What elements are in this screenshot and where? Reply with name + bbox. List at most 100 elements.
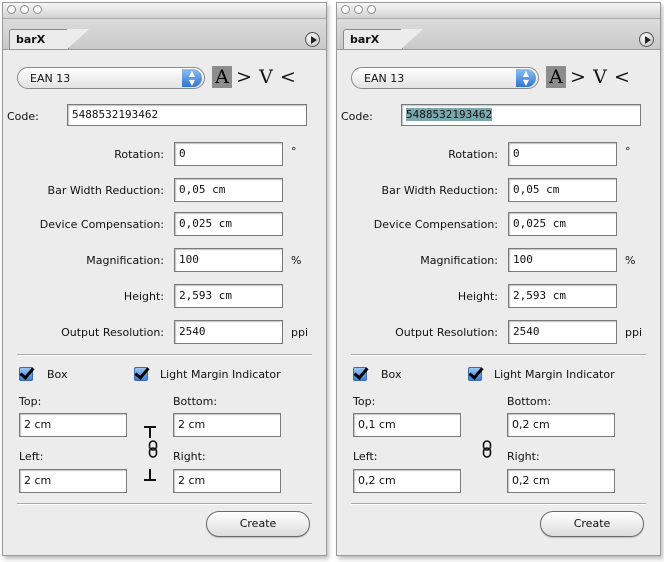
chain-link-icon[interactable] — [148, 440, 158, 458]
create-button[interactable]: Create — [206, 511, 310, 537]
code-label: Code: — [7, 110, 39, 123]
chain-link-icon[interactable] — [482, 440, 492, 458]
light-margin-label: Light Margin Indicator — [160, 368, 281, 381]
close-button[interactable] — [7, 5, 16, 14]
tab-barx[interactable]: barX — [9, 29, 69, 49]
device-compensation-input[interactable]: 0,025 cm — [174, 212, 283, 236]
bar-width-reduction-label: Bar Width Reduction: — [381, 184, 498, 197]
top-margin-input[interactable]: 2 cm — [19, 413, 127, 437]
bottom-margin-label: Bottom: — [507, 395, 552, 408]
close-button[interactable] — [341, 5, 350, 14]
divider — [351, 354, 646, 356]
chevron-updown-icon: ▲ ▼ — [516, 69, 536, 87]
device-compensation-label: Device Compensation: — [39, 218, 164, 231]
barcode-type-select[interactable]: EAN 13 ▲ ▼ — [17, 67, 205, 89]
barcode-type-value: EAN 13 — [364, 72, 405, 85]
tab-edge — [401, 29, 423, 49]
bar-width-reduction-input[interactable]: 0,05 cm — [174, 178, 283, 202]
output-resolution-label: Output Resolution: — [61, 326, 164, 339]
height-input[interactable]: 2,593 cm — [508, 284, 617, 308]
right-margin-input[interactable]: 2 cm — [173, 469, 281, 493]
box-label: Box — [47, 368, 68, 381]
window-titlebar — [3, 3, 326, 19]
panel-menu-icon[interactable] — [639, 32, 654, 47]
right-margin-label: Right: — [173, 450, 206, 463]
bar-width-reduction-label: Bar Width Reduction: — [47, 184, 164, 197]
output-resolution-input[interactable]: 2540 — [174, 320, 283, 344]
magnification-label: Magnification: — [420, 254, 498, 267]
top-margin-label: Top: — [353, 395, 376, 408]
minimize-button[interactable] — [20, 5, 29, 14]
magnification-input[interactable]: 100 — [508, 248, 617, 272]
tab-strip: barX — [337, 19, 660, 50]
orientation-rotate-left-icon[interactable]: < — [612, 66, 632, 88]
code-value: 5488532193462 — [72, 108, 159, 121]
barx-panel-right: barX EAN 13 ▲ ▼ A > V < Code: 54885321934… — [336, 2, 661, 556]
bottom-margin-label: Bottom: — [173, 395, 218, 408]
box-label: Box — [381, 368, 402, 381]
rotation-unit: ° — [625, 145, 631, 158]
divider — [17, 354, 312, 356]
orientation-normal-icon[interactable]: A — [546, 66, 566, 88]
orientation-upside-down-icon[interactable]: V — [590, 66, 610, 88]
device-compensation-input[interactable]: 0,025 cm — [508, 212, 617, 236]
zoom-button[interactable] — [367, 5, 376, 14]
height-input[interactable]: 2,593 cm — [174, 284, 283, 308]
orientation-rotate-right-icon[interactable]: > — [234, 66, 254, 88]
bottom-margin-input[interactable]: 2 cm — [173, 413, 281, 437]
device-compensation-label: Device Compensation: — [373, 218, 498, 231]
rotation-label: Rotation: — [448, 148, 498, 161]
divider — [351, 503, 646, 505]
output-resolution-unit: ppi — [625, 326, 643, 339]
left-margin-label: Left: — [19, 450, 44, 463]
bottom-margin-input[interactable]: 0,2 cm — [507, 413, 615, 437]
barcode-type-select[interactable]: EAN 13 ▲ ▼ — [351, 67, 539, 89]
magnification-unit: % — [625, 254, 636, 267]
code-input[interactable]: 5488532193462 — [67, 104, 307, 126]
window-titlebar — [337, 3, 660, 19]
tab-edge — [67, 29, 89, 49]
barx-panel-left: barX EAN 13 ▲ ▼ A > V < Code: 54885321934… — [2, 2, 327, 556]
code-input[interactable]: 5488532193462 — [401, 104, 641, 126]
light-margin-checkbox[interactable] — [468, 367, 482, 381]
rotation-input[interactable]: 0 — [508, 142, 617, 166]
magnification-label: Magnification: — [86, 254, 164, 267]
rotation-unit: ° — [291, 145, 297, 158]
box-checkbox[interactable] — [353, 367, 367, 381]
output-resolution-input[interactable]: 2540 — [508, 320, 617, 344]
right-margin-label: Right: — [507, 450, 540, 463]
box-checkbox[interactable] — [19, 367, 33, 381]
light-margin-checkbox[interactable] — [134, 367, 148, 381]
top-margin-input[interactable]: 0,1 cm — [353, 413, 461, 437]
rotation-input[interactable]: 0 — [174, 142, 283, 166]
left-margin-label: Left: — [353, 450, 378, 463]
panel-menu-icon[interactable] — [305, 32, 320, 47]
barcode-type-value: EAN 13 — [30, 72, 71, 85]
code-value-selected: 5488532193462 — [406, 108, 493, 121]
left-margin-input[interactable]: 0,2 cm — [353, 469, 461, 493]
height-label: Height: — [457, 290, 498, 303]
minimize-button[interactable] — [354, 5, 363, 14]
output-resolution-label: Output Resolution: — [395, 326, 498, 339]
orientation-rotate-left-icon[interactable]: < — [278, 66, 298, 88]
tab-barx[interactable]: barX — [343, 29, 403, 49]
code-label: Code: — [341, 110, 373, 123]
tab-strip: barX — [3, 19, 326, 50]
orientation-normal-icon[interactable]: A — [212, 66, 232, 88]
top-margin-label: Top: — [19, 395, 42, 408]
right-margin-input[interactable]: 0,2 cm — [507, 469, 615, 493]
height-label: Height: — [123, 290, 164, 303]
create-button[interactable]: Create — [540, 511, 644, 537]
divider — [17, 503, 312, 505]
link-bracket-bottom — [144, 469, 156, 481]
left-margin-input[interactable]: 2 cm — [19, 469, 127, 493]
output-resolution-unit: ppi — [291, 326, 309, 339]
bar-width-reduction-input[interactable]: 0,05 cm — [508, 178, 617, 202]
orientation-upside-down-icon[interactable]: V — [256, 66, 276, 88]
chevron-updown-icon: ▲ ▼ — [182, 69, 202, 87]
orientation-rotate-right-icon[interactable]: > — [568, 66, 588, 88]
rotation-label: Rotation: — [114, 148, 164, 161]
magnification-input[interactable]: 100 — [174, 248, 283, 272]
light-margin-label: Light Margin Indicator — [494, 368, 615, 381]
zoom-button[interactable] — [33, 5, 42, 14]
